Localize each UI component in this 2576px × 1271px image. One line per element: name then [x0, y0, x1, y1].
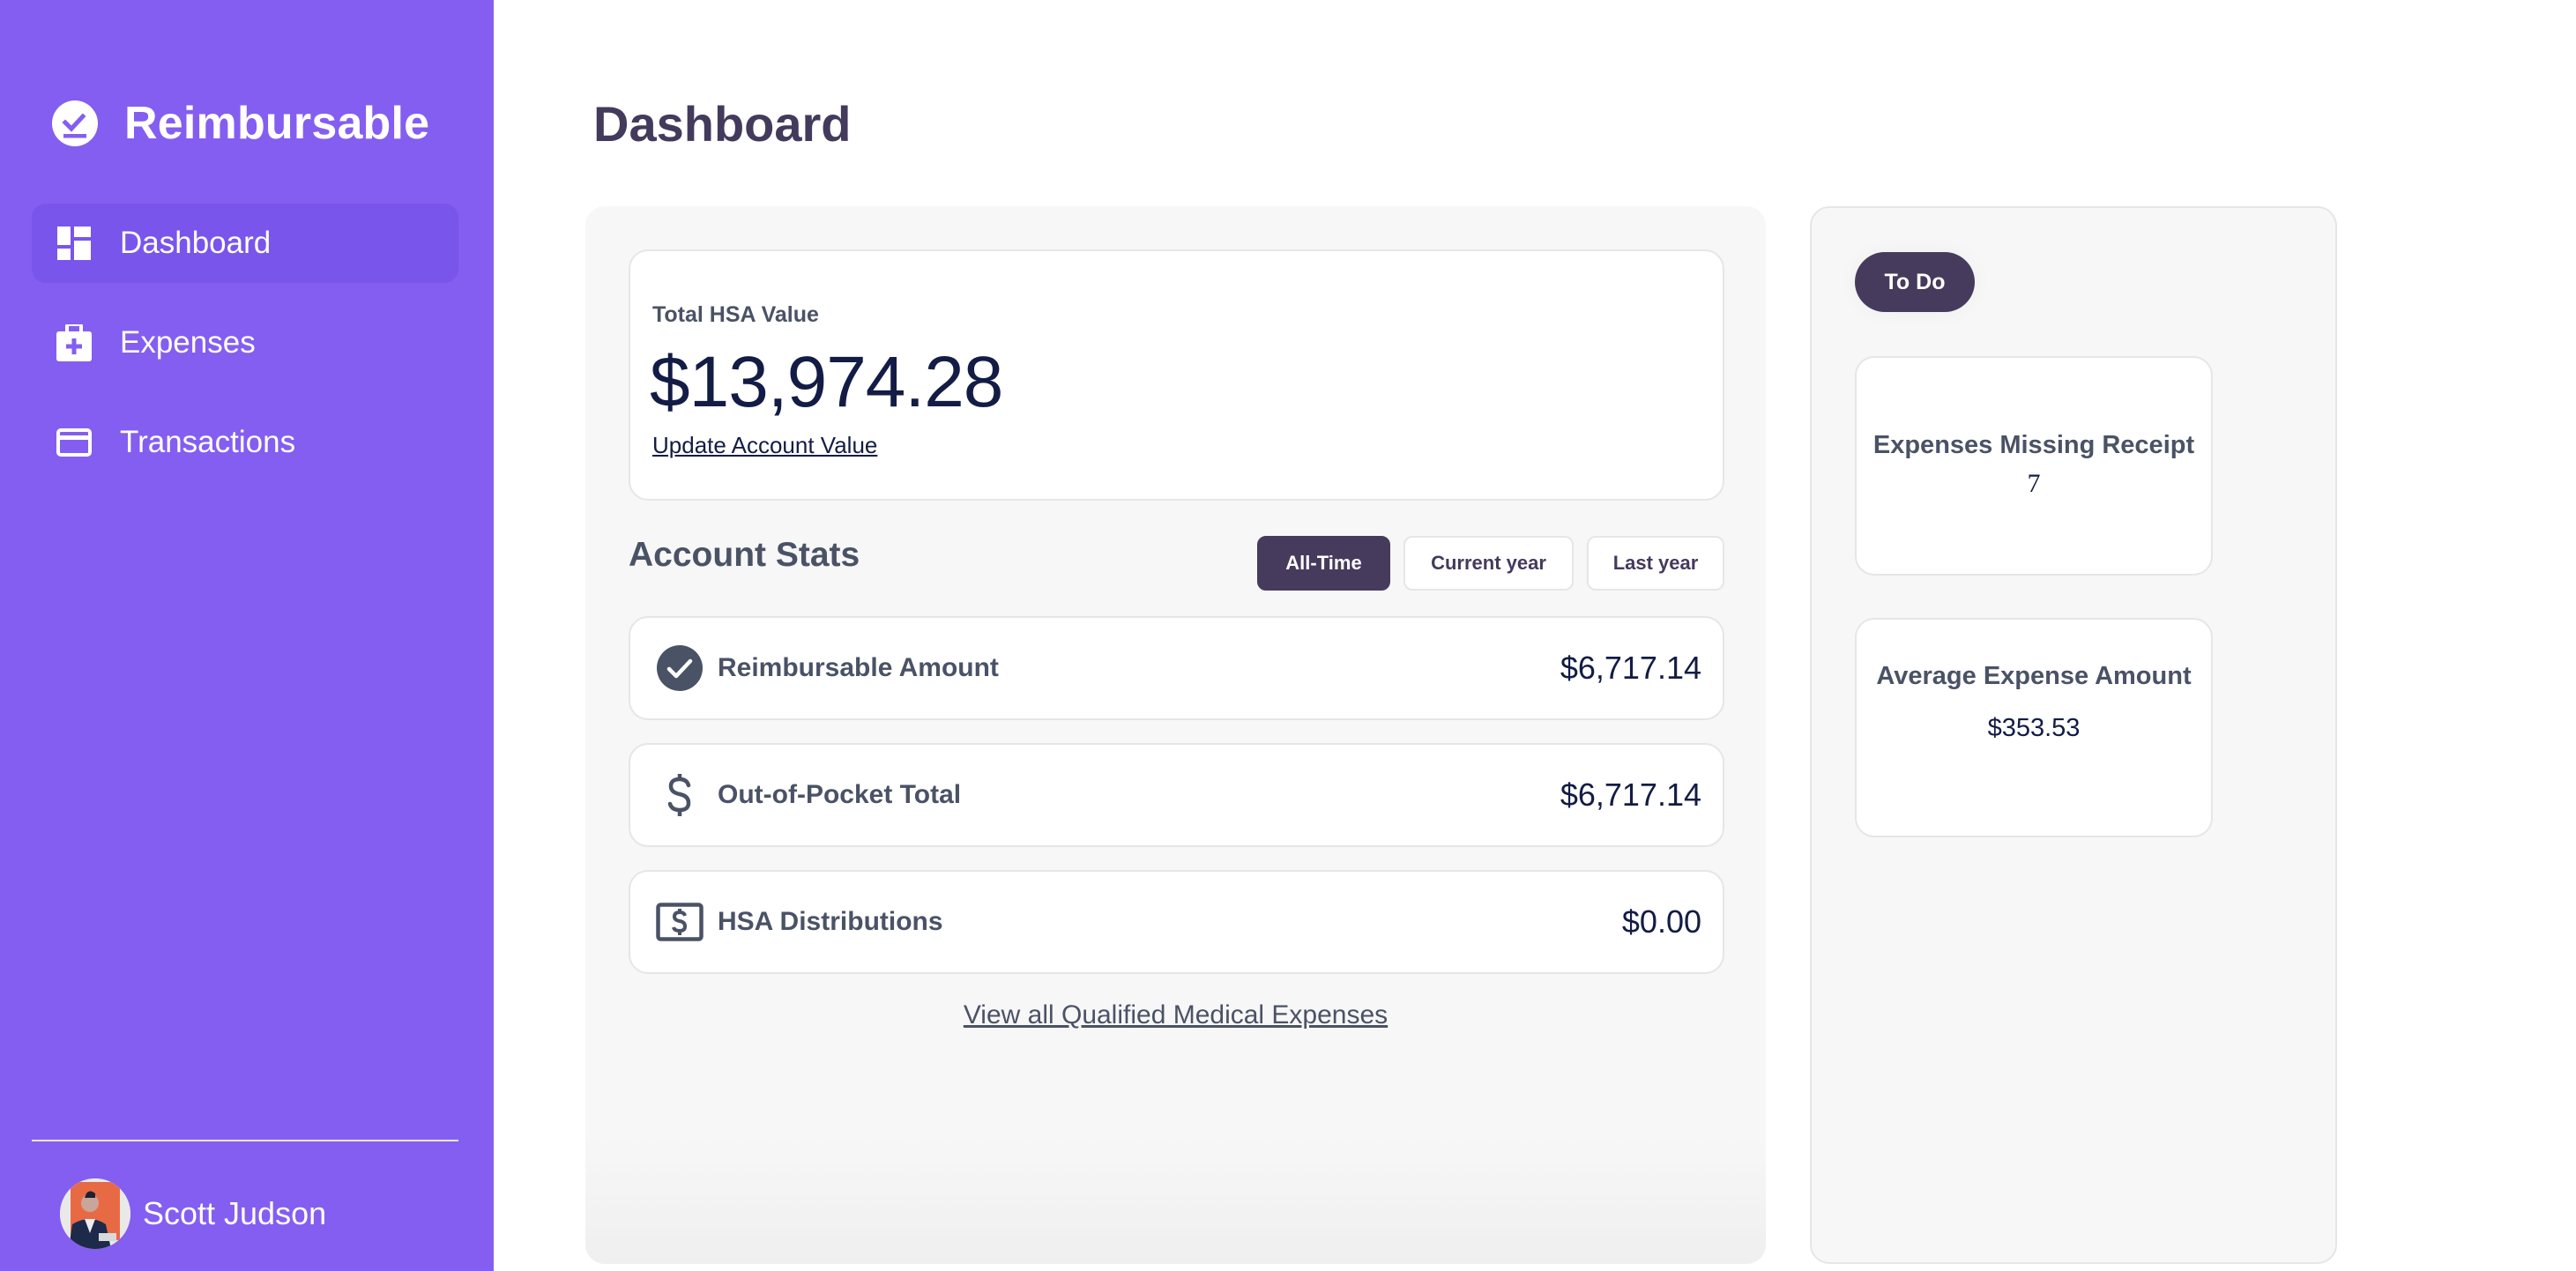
todo-panel: To Do Expenses Missing Receipt 7 Average…: [1810, 206, 2337, 1264]
stat-row-out-of-pocket: Out-of-Pocket Total $6,717.14: [629, 743, 1724, 847]
sidebar-item-dashboard[interactable]: Dashboard: [32, 204, 458, 283]
hsa-label: Total HSA Value: [652, 302, 819, 327]
todo-card-missing-receipt[interactable]: Expenses Missing Receipt 7: [1855, 356, 2213, 576]
avatar: [60, 1178, 130, 1249]
stat-value: $0.00: [1621, 903, 1701, 940]
sidebar-divider: [32, 1140, 458, 1141]
update-account-value-link[interactable]: Update Account Value: [652, 432, 877, 459]
brand[interactable]: Reimbursable: [50, 97, 429, 150]
account-panel: Total HSA Value $13,974.28 Update Accoun…: [585, 206, 1766, 1264]
sidebar-item-transactions[interactable]: Transactions: [32, 403, 458, 482]
app-name: Reimbursable: [124, 98, 430, 149]
todo-card-title: Average Expense Amount: [1876, 662, 2192, 690]
period-filter: All-Time Current year Last year: [1257, 536, 1724, 591]
page-title: Dashboard: [593, 96, 852, 152]
filter-last-year-button[interactable]: Last year: [1587, 536, 1724, 591]
stat-value: $6,717.14: [1560, 650, 1701, 686]
todo-card-value: $353.53: [1987, 714, 2081, 742]
stat-label: Out-of-Pocket Total: [718, 780, 962, 809]
check-circle-icon: [656, 644, 704, 692]
medical-bag-icon: [56, 324, 92, 361]
sidebar-item-label: Transactions: [120, 425, 296, 459]
hsa-value-card: Total HSA Value $13,974.28 Update Accoun…: [629, 249, 1724, 501]
todo-card-value: 7: [2027, 469, 2041, 498]
check-badge-icon: [52, 100, 98, 146]
sidebar-item-expenses[interactable]: Expenses: [32, 303, 458, 383]
filter-current-year-button[interactable]: Current year: [1403, 536, 1574, 591]
todo-card-title: Expenses Missing Receipt: [1872, 431, 2195, 459]
todo-card-average-expense[interactable]: Average Expense Amount $353.53: [1855, 618, 2213, 837]
sidebar-item-label: Dashboard: [120, 226, 272, 260]
stat-row-reimbursable: Reimbursable Amount $6,717.14: [629, 616, 1724, 720]
credit-card-icon: [56, 425, 92, 460]
hsa-value: $13,974.28: [650, 342, 1003, 422]
stat-value: $6,717.14: [1560, 777, 1701, 813]
stat-label: HSA Distributions: [718, 907, 943, 936]
sidebar-nav: Dashboard Expenses Transactions: [32, 204, 458, 502]
dollar-box-icon: [656, 898, 704, 946]
view-all-qualified-expenses-link[interactable]: View all Qualified Medical Expenses: [585, 1000, 1766, 1030]
dollar-icon: [656, 771, 704, 819]
stat-row-hsa-distributions: HSA Distributions $0.00: [629, 870, 1724, 974]
account-stats-title: Account Stats: [629, 536, 860, 574]
dashboard-icon: [56, 226, 92, 261]
todo-badge[interactable]: To Do: [1855, 252, 1975, 312]
sidebar-item-label: Expenses: [120, 325, 256, 360]
stat-label: Reimbursable Amount: [718, 653, 999, 682]
sidebar: Reimbursable Dashboard Expenses Transact…: [0, 0, 494, 1271]
filter-all-time-button[interactable]: All-Time: [1257, 536, 1390, 591]
user-name: Scott Judson: [143, 1195, 327, 1231]
user-profile[interactable]: Scott Judson: [60, 1178, 326, 1249]
